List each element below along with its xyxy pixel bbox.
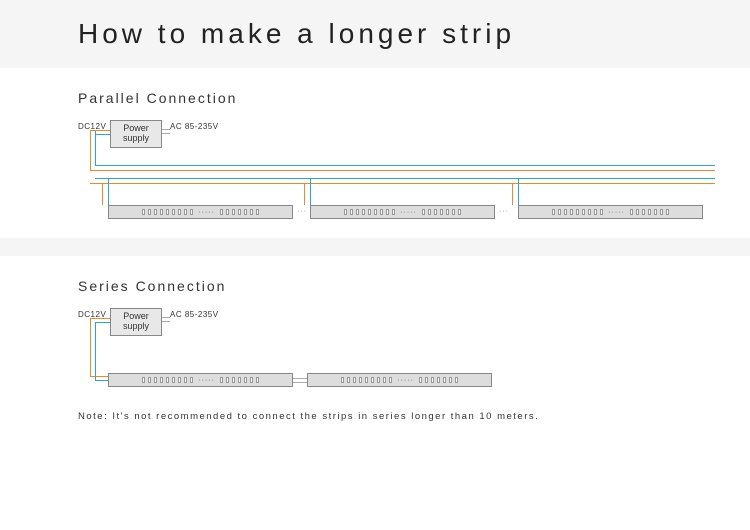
wire-blue-trunk2 — [95, 178, 715, 179]
ac-wire — [162, 129, 170, 130]
gap-dots: ··· — [297, 208, 307, 215]
wire-blue — [108, 178, 109, 205]
gap-dots: ··· — [499, 208, 509, 215]
wire-orange — [102, 183, 103, 205]
series-heading: Series Connection — [78, 278, 750, 294]
wire-blue-trunk — [95, 165, 715, 166]
power-supply-box: Power supply — [110, 308, 162, 336]
wire-blue — [95, 322, 96, 380]
wire-blue — [518, 178, 519, 205]
separator-band — [0, 238, 750, 256]
ac-wire — [162, 321, 170, 322]
wire-blue — [95, 322, 110, 323]
page-title: How to make a longer strip — [78, 18, 750, 50]
series-section: Series Connection DC12V Power supply AC … — [0, 256, 750, 403]
parallel-heading: Parallel Connection — [78, 90, 750, 106]
ac-wire — [162, 133, 170, 134]
parallel-diagram: DC12V Power supply AC 85-235V ····· ·· — [78, 120, 718, 230]
wire-orange-trunk2 — [90, 183, 715, 184]
led-strip: ····· — [108, 373, 293, 387]
led-strip: ····· — [518, 205, 703, 219]
wire-blue — [310, 178, 311, 205]
power-supply-box: Power supply — [110, 120, 162, 148]
wire-orange — [90, 130, 110, 131]
wire-orange — [304, 183, 305, 205]
parallel-section: Parallel Connection DC12V Power supply A… — [0, 68, 750, 230]
led-strip: ····· — [307, 373, 492, 387]
wire-orange — [90, 130, 91, 170]
series-note: Note: It's not recommended to connect th… — [78, 411, 750, 422]
wire-orange — [90, 376, 108, 377]
wire-blue — [95, 130, 96, 165]
ac-wire — [162, 317, 170, 318]
ac-label: AC 85-235V — [170, 122, 219, 131]
led-strip: ····· — [310, 205, 495, 219]
wire-blue — [95, 380, 108, 381]
wire-orange — [90, 318, 91, 376]
wire-orange — [512, 183, 513, 205]
wire-blue — [95, 134, 110, 135]
series-link — [293, 378, 307, 379]
wire-orange — [90, 318, 110, 319]
series-link — [293, 382, 307, 383]
wire-orange-trunk — [90, 170, 715, 171]
led-strip: ····· — [108, 205, 293, 219]
ac-label: AC 85-235V — [170, 310, 219, 319]
header-band: How to make a longer strip — [0, 0, 750, 68]
series-diagram: DC12V Power supply AC 85-235V ····· ····… — [78, 308, 718, 403]
